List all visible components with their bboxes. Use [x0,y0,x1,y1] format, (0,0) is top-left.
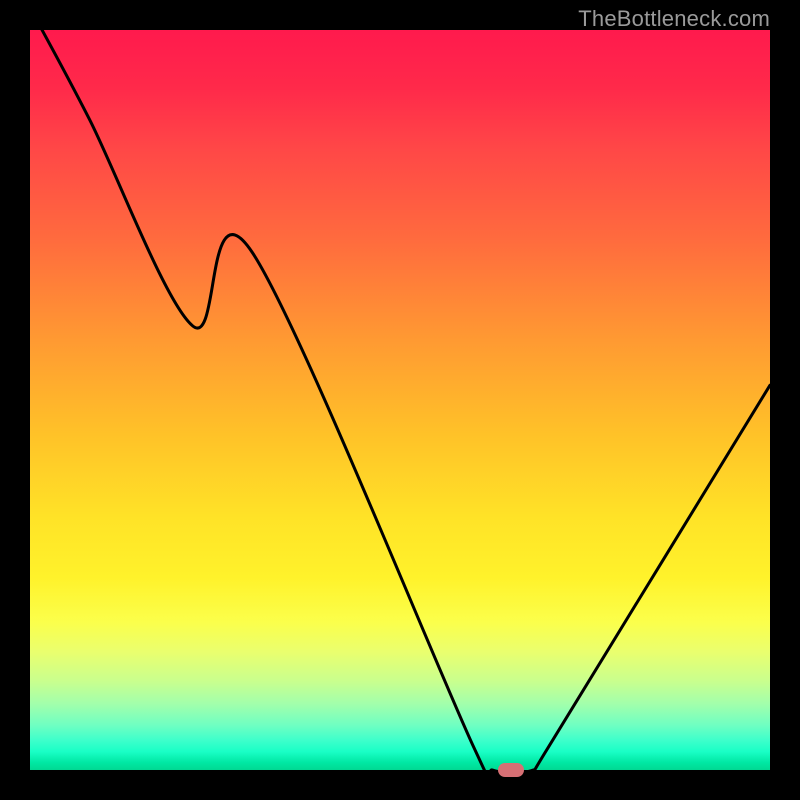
chart-frame: TheBottleneck.com [0,0,800,800]
bottleneck-curve [30,30,770,770]
watermark-text: TheBottleneck.com [578,6,770,32]
curve-path [30,30,770,770]
plot-area [30,30,770,770]
optimal-marker [498,763,524,777]
